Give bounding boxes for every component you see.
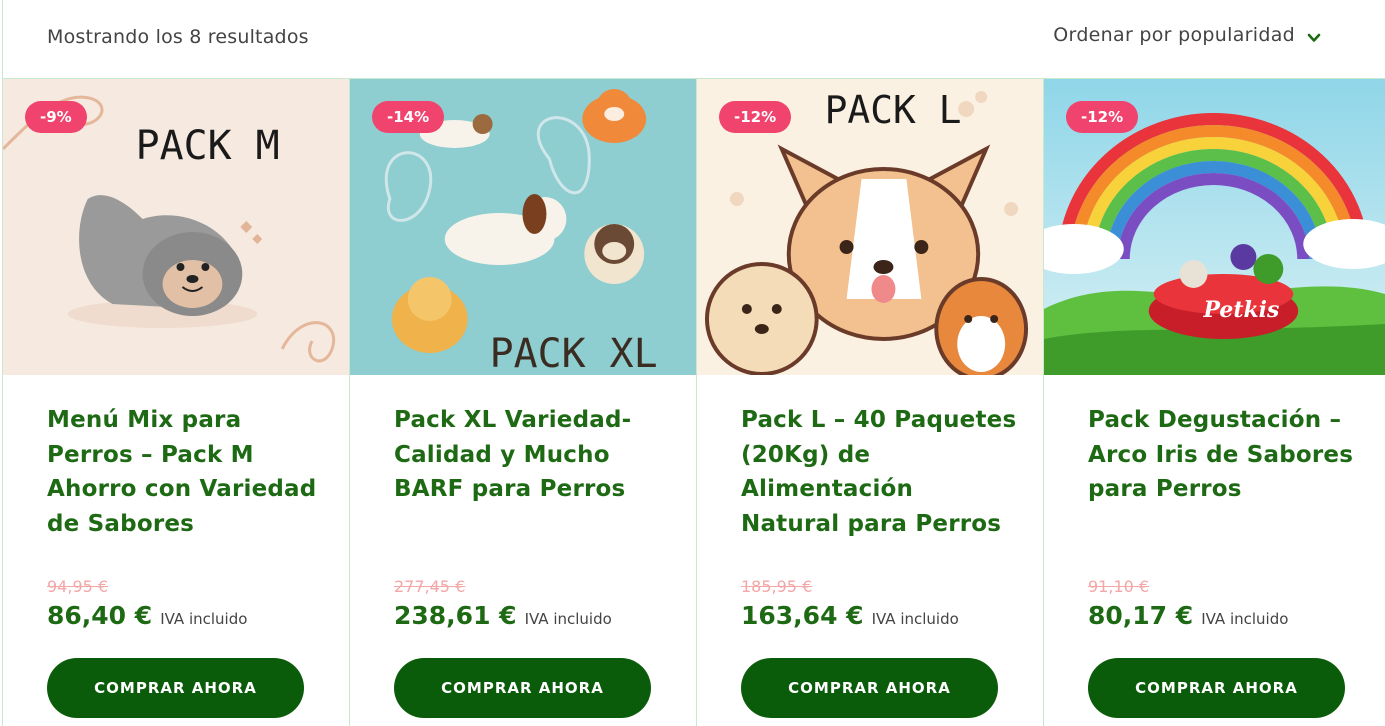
vat-note: IVA incluido [1201,610,1289,628]
product-title[interactable]: Pack L – 40 Paquetes (20Kg) de Alimentac… [741,403,1019,541]
buy-now-button[interactable]: COMPRAR AHORA [1088,658,1345,718]
chevron-down-icon [1307,28,1321,42]
old-price: 91,10 € [1088,577,1150,596]
discount-badge: -12% [1066,101,1139,133]
results-count: Mostrando los 8 resultados [47,26,309,48]
old-price: 277,45 € [394,577,466,596]
image-caption: PACK M [136,123,280,169]
product-title[interactable]: Menú Mix para Perros – Pack M Ahorro con… [47,403,325,541]
sort-label: Ordenar por popularidad [1053,24,1295,46]
product-card: PACK XL -14% Pack XL Variedad- Calidad y… [349,79,696,726]
product-grid: PACK M -9% Menú Mix para Perros – Pack M… [2,78,1385,726]
image-caption: PACK XL [490,331,658,375]
product-title[interactable]: Pack XL Variedad- Calidad y Mucho BARF p… [394,403,672,507]
vat-note: IVA incluido [871,610,959,628]
current-price: 238,61 € [394,601,517,630]
image-caption: PACK L [825,88,962,132]
product-card: Petkis -12% Pack Degustación – Arco Iris… [1043,79,1385,726]
sort-dropdown[interactable]: Ordenar por popularidad [1053,24,1321,46]
product-card: PACK M -9% Menú Mix para Perros – Pack M… [2,79,349,726]
product-image[interactable]: PACK M -9% [3,79,349,375]
price-row: 80,17 € IVA incluido [1088,601,1288,630]
price-row: 238,61 € IVA incluido [394,601,612,630]
product-image[interactable]: PACK L -12% [697,79,1043,375]
current-price: 86,40 € [47,601,153,630]
image-logo: Petkis [1203,297,1280,323]
product-card: PACK L -12% Pack L – 40 Paquetes (20Kg) … [696,79,1043,726]
vat-note: IVA incluido [160,610,248,628]
discount-badge: -14% [372,101,445,133]
old-price: 94,95 € [47,577,109,596]
buy-now-button[interactable]: COMPRAR AHORA [394,658,651,718]
results-toolbar: Mostrando los 8 resultados Ordenar por p… [0,0,1385,78]
price-row: 86,40 € IVA incluido [47,601,247,630]
discount-badge: -12% [719,101,792,133]
product-image[interactable]: Petkis -12% [1044,79,1385,375]
current-price: 163,64 € [741,601,864,630]
current-price: 80,17 € [1088,601,1194,630]
buy-now-button[interactable]: COMPRAR AHORA [741,658,998,718]
discount-badge: -9% [25,101,87,133]
product-title[interactable]: Pack Degustación – Arco Iris de Sabores … [1088,403,1361,507]
vat-note: IVA incluido [524,610,612,628]
old-price: 185,95 € [741,577,813,596]
buy-now-button[interactable]: COMPRAR AHORA [47,658,304,718]
price-row: 163,64 € IVA incluido [741,601,959,630]
product-image[interactable]: PACK XL -14% [350,79,696,375]
